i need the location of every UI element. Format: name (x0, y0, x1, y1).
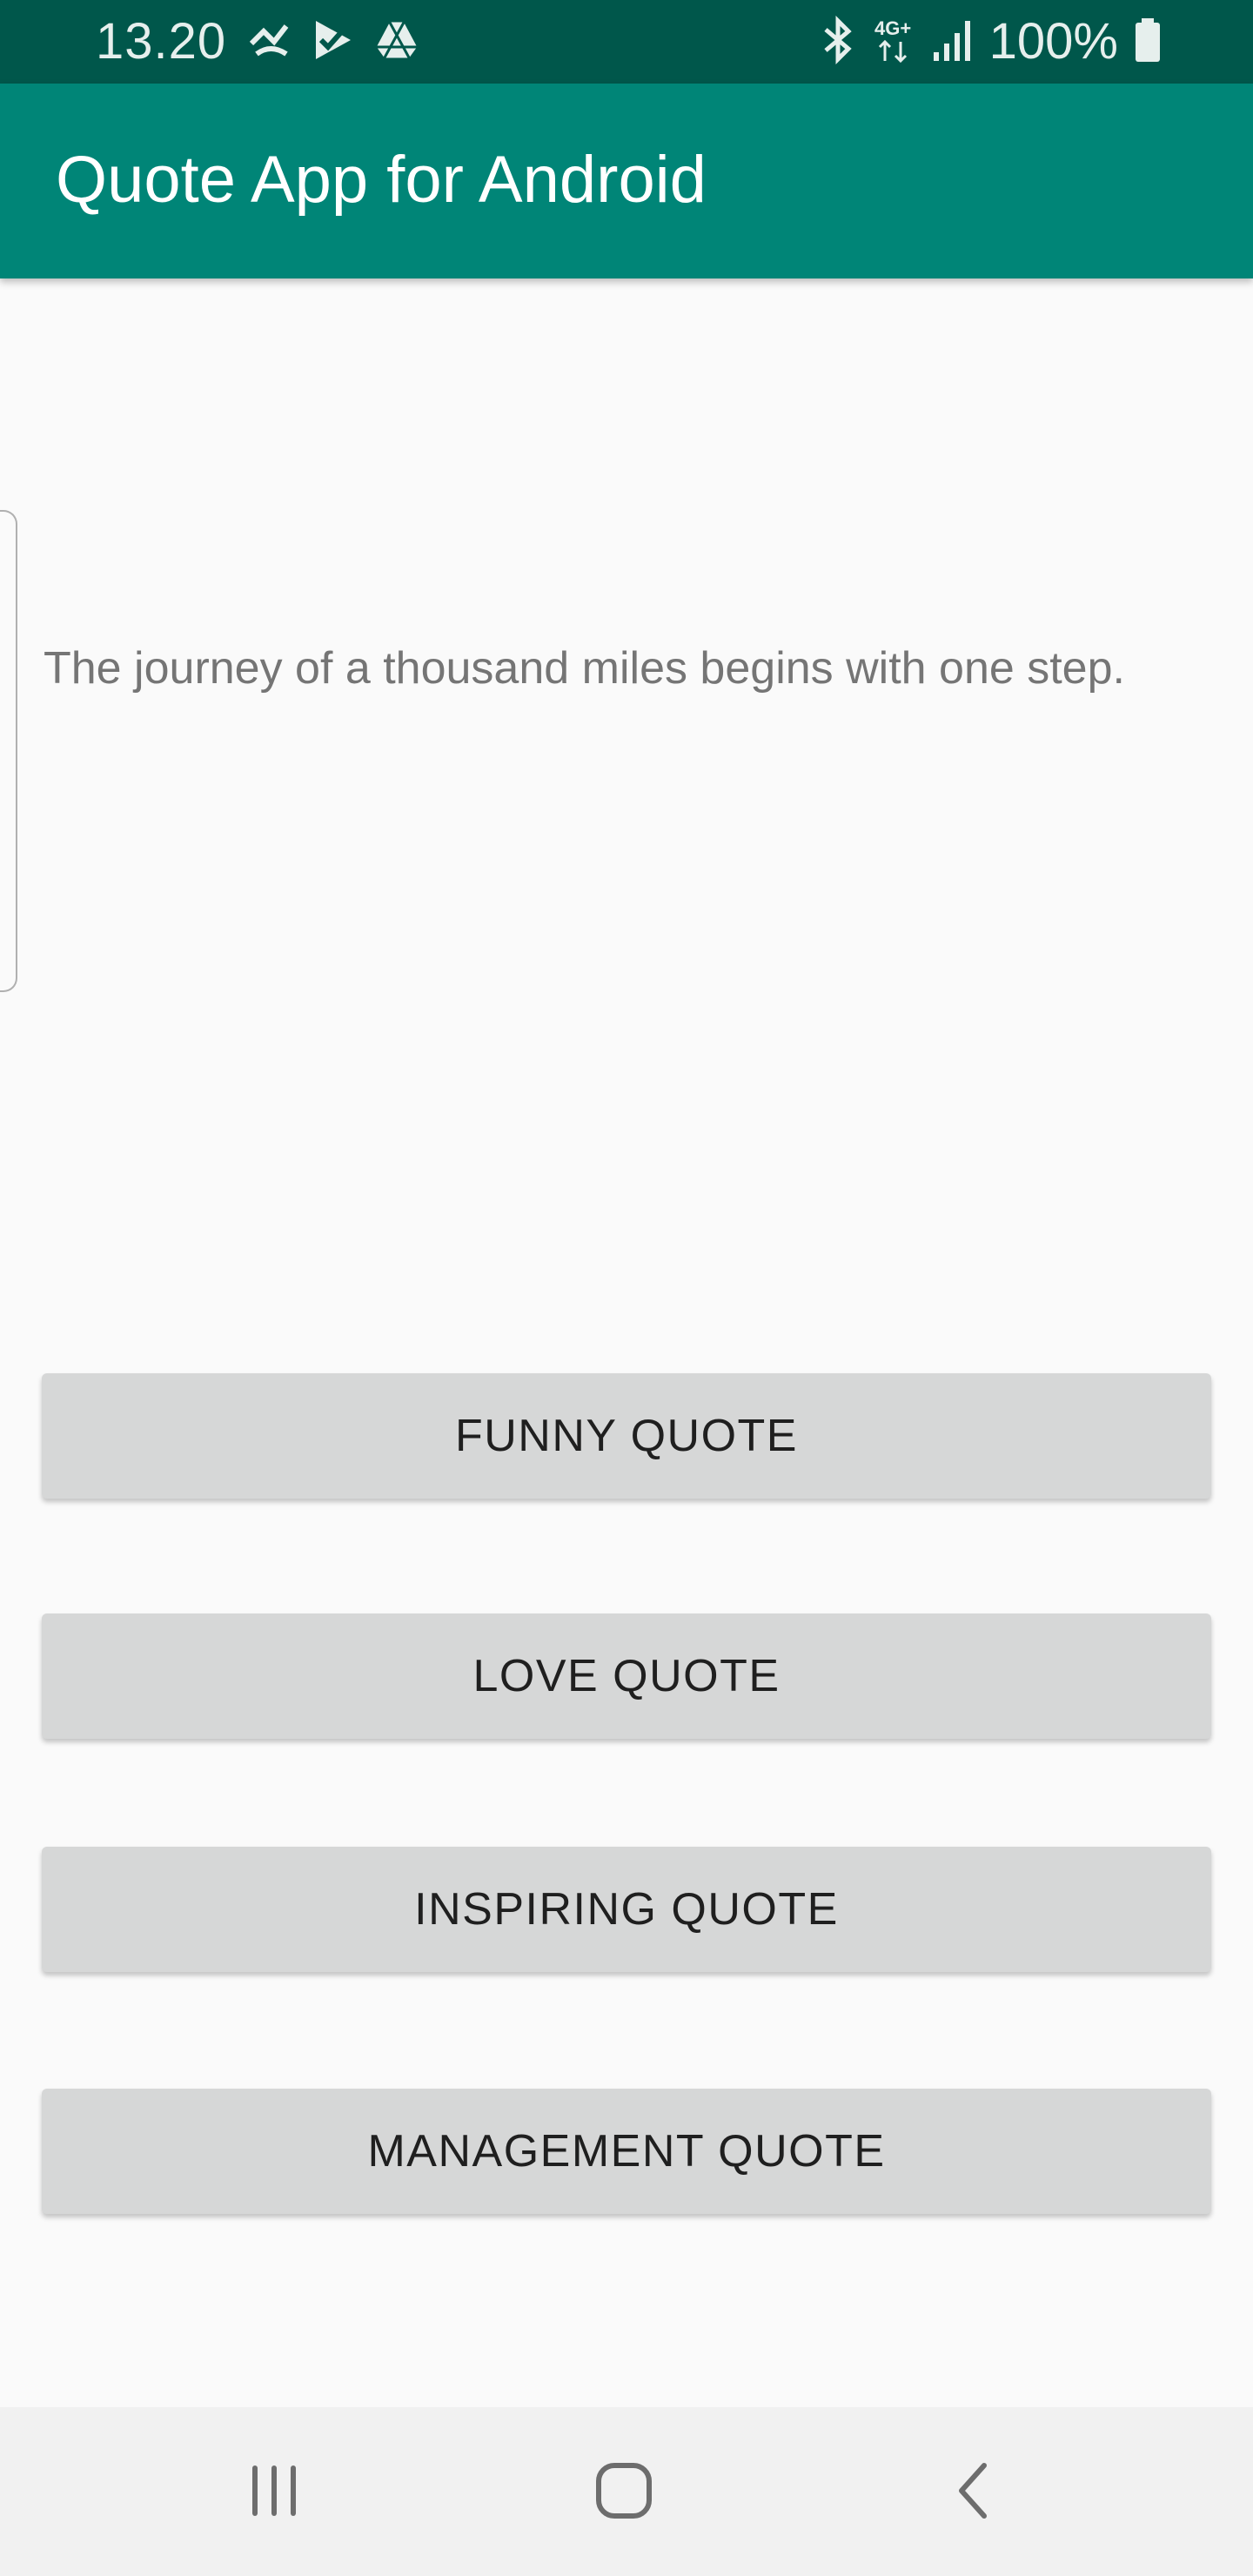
status-icons-left (248, 17, 420, 67)
inspiring-quote-button[interactable]: INSPIRING QUOTE (42, 1847, 1211, 1972)
network-label: 4G+ (874, 17, 911, 39)
funny-quote-button[interactable]: FUNNY QUOTE (42, 1373, 1211, 1499)
status-bar: 13.20 4G+ 100% (0, 0, 1253, 84)
love-quote-button[interactable]: LOVE QUOTE (42, 1613, 1211, 1739)
signal-icon (932, 17, 974, 67)
network-4g-icon: 4G+ (873, 16, 916, 69)
app-bar: Quote App for Android (0, 84, 1253, 278)
app-title: Quote App for Android (56, 143, 707, 217)
status-time: 13.20 (96, 13, 227, 70)
home-icon (596, 2463, 652, 2519)
back-icon (959, 2463, 987, 2519)
recents-button[interactable] (213, 2442, 335, 2539)
bluetooth-icon (819, 15, 857, 69)
status-icons-right: 4G+ 100% (819, 12, 1162, 71)
play-check-icon (312, 17, 354, 67)
recents-icon (252, 2465, 296, 2516)
back-button[interactable] (914, 2442, 1035, 2539)
drive-icon (373, 17, 420, 67)
navigation-bar (0, 2407, 1253, 2576)
quote-frame (0, 510, 17, 992)
battery-percent: 100% (988, 13, 1118, 70)
management-quote-button[interactable]: MANAGEMENT QUOTE (42, 2089, 1211, 2214)
missed-call-icon (248, 17, 293, 67)
quote-text: The journey of a thousand miles begins w… (44, 643, 1125, 694)
battery-icon (1134, 17, 1162, 68)
home-button[interactable] (563, 2442, 685, 2539)
